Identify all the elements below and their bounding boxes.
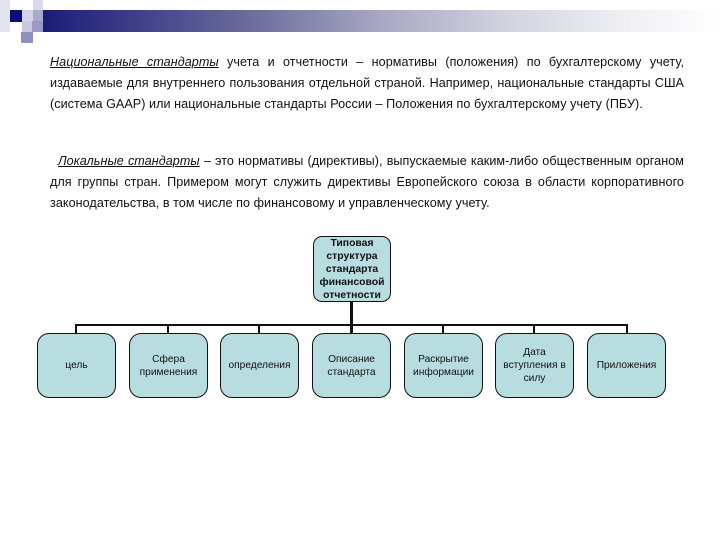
child-node-effective-date: Дата вступления в силу — [495, 333, 574, 398]
connector-root-down — [350, 302, 353, 326]
child-node-disclosure: Раскрытие информации — [404, 333, 483, 398]
structure-diagram: Типовая структура стандарта финансовой о… — [0, 0, 720, 540]
child-node-description: Описание стандарта — [312, 333, 391, 398]
child-node-scope: Сфера применения — [129, 333, 208, 398]
child-node-definitions: определения — [220, 333, 299, 398]
child-node-goal: цель — [37, 333, 116, 398]
root-node: Типовая структура стандарта финансовой о… — [313, 236, 391, 302]
child-node-appendices: Приложения — [587, 333, 666, 398]
